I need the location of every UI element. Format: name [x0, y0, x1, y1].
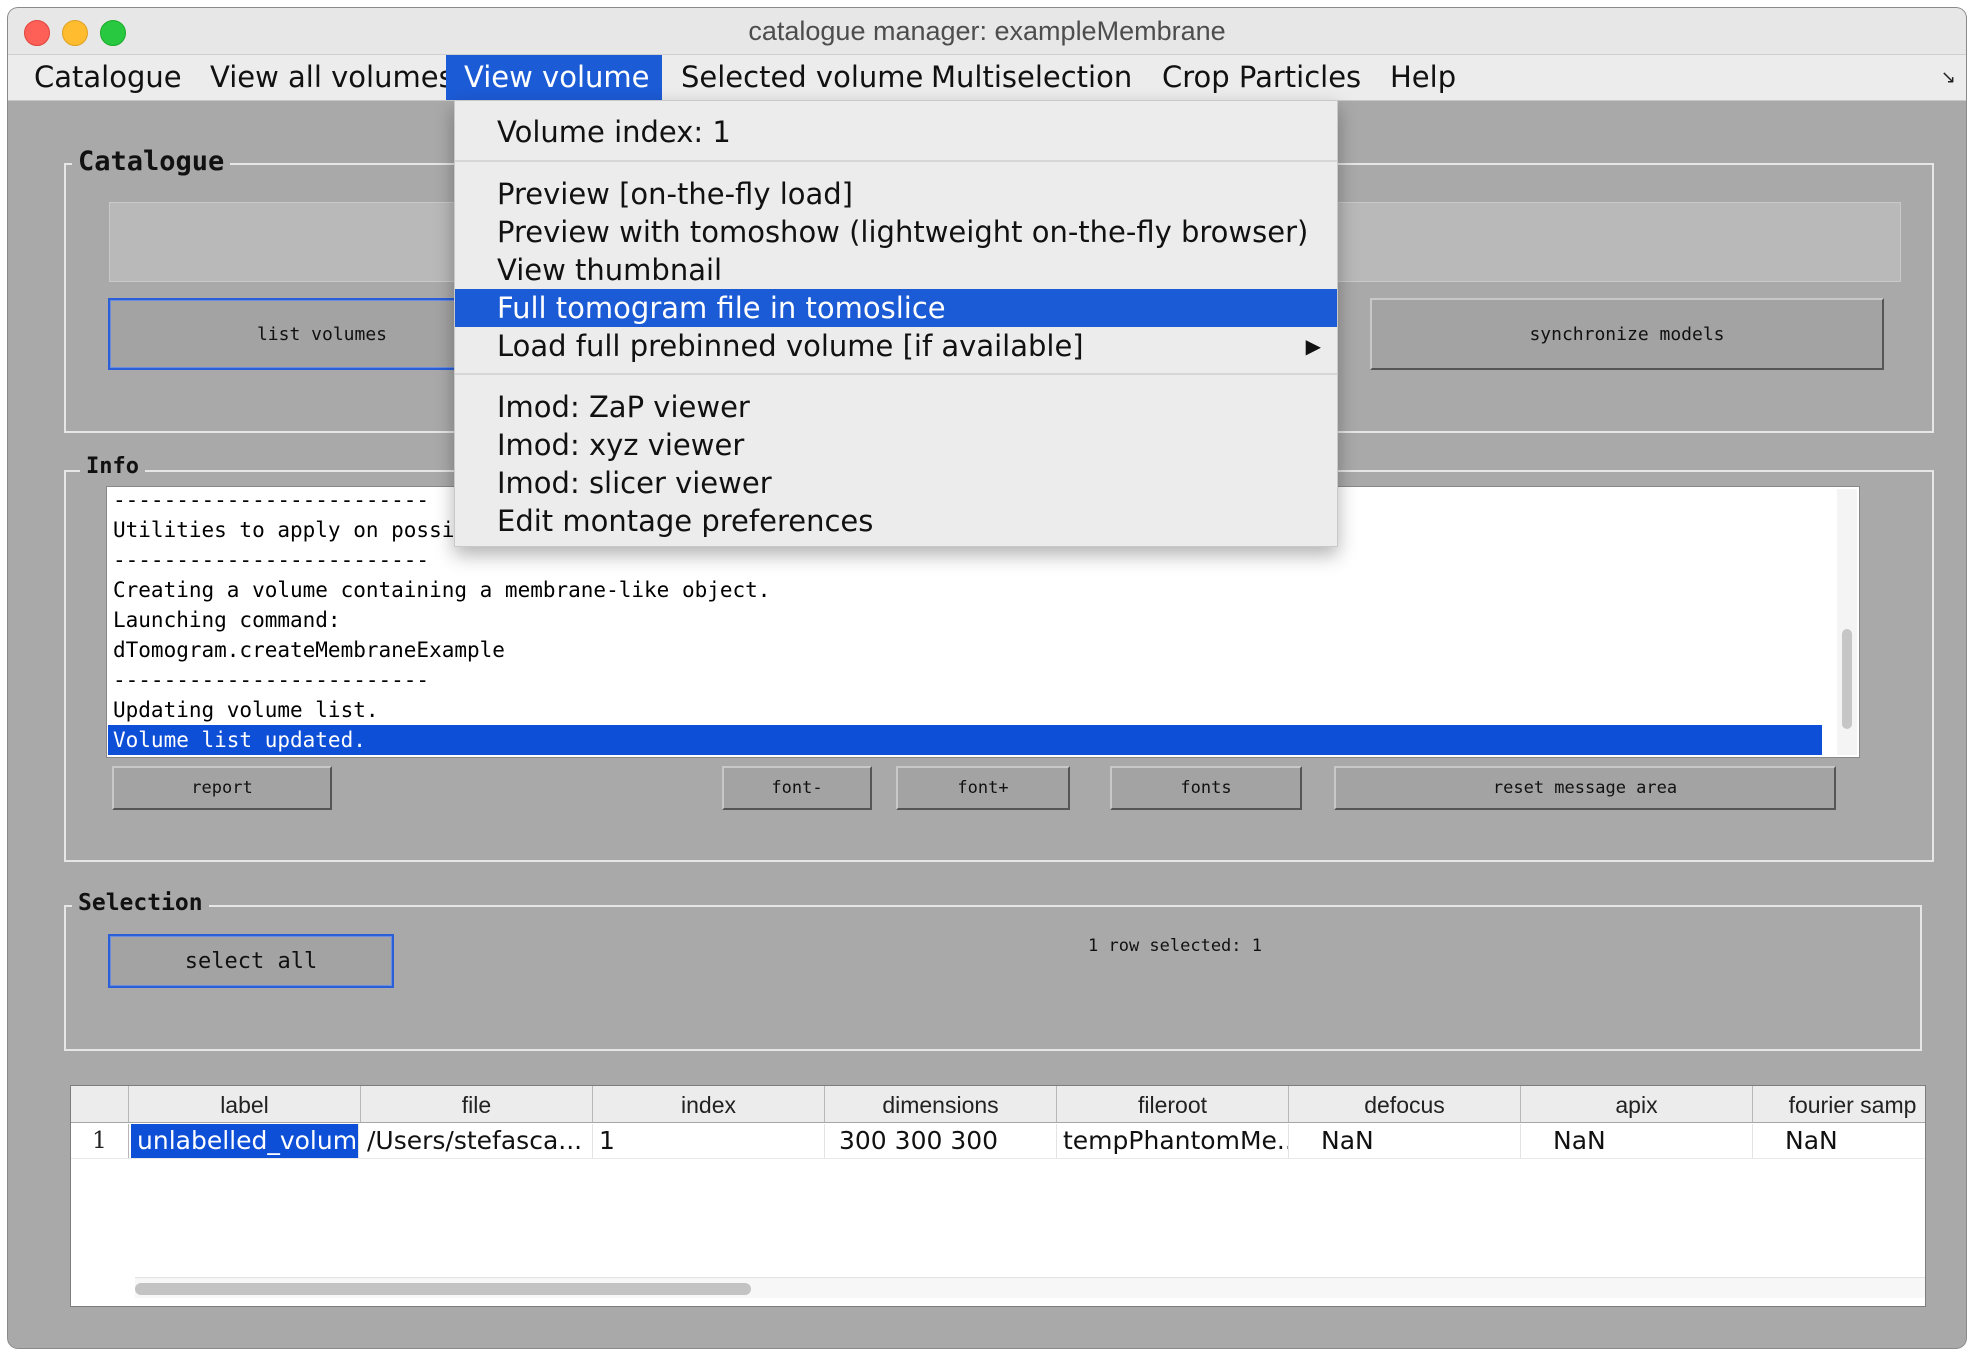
catalogue-panel-title: Catalogue — [72, 146, 231, 177]
message-line: Creating a volume containing a membrane-… — [113, 578, 771, 602]
column-header-fileroot[interactable]: fileroot — [1057, 1086, 1289, 1122]
title-bar: catalogue manager: exampleMembrane — [8, 8, 1966, 55]
table-horizontal-scrollbar[interactable] — [135, 1277, 1925, 1298]
row-divider — [71, 1158, 1925, 1159]
column-header-defocus[interactable]: defocus — [1289, 1086, 1521, 1122]
reset-message-area-button[interactable]: reset message area — [1334, 766, 1836, 810]
resize-arrow-icon[interactable]: ↘ — [1941, 67, 1956, 88]
table-cell-dimensions[interactable]: 300 300 300 — [825, 1124, 1057, 1158]
info-panel-title: Info — [80, 454, 145, 479]
app-window: catalogue manager: exampleMembrane Catal… — [8, 8, 1966, 1348]
menu-selected-volume[interactable]: Selected volume — [663, 55, 923, 100]
table-cell-index[interactable]: 1 — [593, 1124, 825, 1158]
select-all-button[interactable]: select all — [108, 934, 394, 988]
menu-catalogue[interactable]: Catalogue — [16, 55, 182, 100]
column-header-file[interactable]: file — [361, 1086, 593, 1122]
row-number[interactable]: 1 — [71, 1124, 129, 1158]
menu-help[interactable]: Help — [1372, 55, 1472, 100]
message-area-scrollbar[interactable] — [1837, 489, 1857, 755]
selection-panel-title: Selection — [72, 890, 209, 916]
load-prebinned-volume-item[interactable]: Load full prebinned volume [if available… — [455, 327, 1337, 365]
imod-zap-viewer-item[interactable]: Imod: ZaP viewer — [455, 388, 1337, 426]
menu-view-all-volumes[interactable]: View all volumes — [192, 55, 454, 100]
column-header-fourier-samp[interactable]: fourier samp — [1753, 1086, 1925, 1122]
menu-multiselection[interactable]: Multiselection — [913, 55, 1132, 100]
message-line: Launching command: — [113, 608, 341, 632]
table-cell-fileroot[interactable]: tempPhantomMe... — [1057, 1124, 1289, 1158]
column-header-label[interactable]: label — [129, 1086, 361, 1122]
message-line: ------------------------- — [113, 548, 430, 572]
window-title: catalogue manager: exampleMembrane — [748, 16, 1226, 46]
view-volume-dropdown: Volume index: 1 Preview [on-the-fly load… — [454, 100, 1338, 547]
submenu-arrow-icon: ▶ — [1305, 334, 1321, 358]
volume-index-item: Volume index: 1 — [497, 115, 731, 149]
menu-separator — [455, 160, 1337, 162]
message-line: Updating volume list. — [113, 698, 379, 722]
font-minus-button[interactable]: font- — [722, 766, 872, 810]
message-line: ------------------------- — [113, 488, 430, 512]
menu-view-volume[interactable]: View volume — [446, 55, 662, 100]
table-cell-file[interactable]: /Users/stefasca... — [361, 1124, 593, 1158]
preview-tomoshow-item[interactable]: Preview with tomoshow (lightweight on-th… — [455, 213, 1337, 251]
table-header: label file index dimensions fileroot def… — [71, 1086, 1925, 1123]
synchronize-models-button[interactable]: synchronize models — [1370, 298, 1884, 370]
view-thumbnail-item[interactable]: View thumbnail — [455, 251, 1337, 289]
selection-status: 1 row selected: 1 — [1088, 936, 1262, 956]
table-cell-apix[interactable]: NaN — [1521, 1124, 1753, 1158]
imod-slicer-viewer-item[interactable]: Imod: slicer viewer — [455, 464, 1337, 502]
column-header-index[interactable]: index — [593, 1086, 825, 1122]
menu-crop-particles[interactable]: Crop Particles — [1144, 55, 1362, 100]
row-number-header — [71, 1086, 129, 1122]
edit-montage-preferences-item[interactable]: Edit montage preferences — [455, 502, 1337, 540]
table-scroll-thumb[interactable] — [135, 1283, 751, 1295]
report-button[interactable]: report — [112, 766, 332, 810]
menu-bar: Catalogue View all volumes View volume S… — [8, 55, 1966, 101]
table-cell-defocus[interactable]: NaN — [1289, 1124, 1521, 1158]
table-cell-label[interactable]: unlabelled_volume — [131, 1124, 359, 1158]
font-plus-button[interactable]: font+ — [896, 766, 1070, 810]
table-cell-fourier-samp[interactable]: NaN — [1753, 1124, 1925, 1158]
message-area-scroll-thumb[interactable] — [1842, 629, 1852, 729]
message-line: ------------------------- — [113, 668, 430, 692]
imod-xyz-viewer-item[interactable]: Imod: xyz viewer — [455, 426, 1337, 464]
load-prebinned-volume-label: Load full prebinned volume [if available… — [497, 329, 1084, 363]
column-header-dimensions[interactable]: dimensions — [825, 1086, 1057, 1122]
message-line: dTomogram.createMembraneExample — [113, 638, 505, 662]
menu-separator — [455, 373, 1337, 375]
preview-item[interactable]: Preview [on-the-fly load] — [455, 175, 1337, 213]
message-line-selected: Volume list updated. — [108, 725, 1822, 755]
full-tomogram-tomoslice-item[interactable]: Full tomogram file in tomoslice — [455, 289, 1337, 327]
volumes-table[interactable]: label file index dimensions fileroot def… — [70, 1085, 1926, 1307]
fonts-button[interactable]: fonts — [1110, 766, 1302, 810]
column-header-apix[interactable]: apix — [1521, 1086, 1753, 1122]
